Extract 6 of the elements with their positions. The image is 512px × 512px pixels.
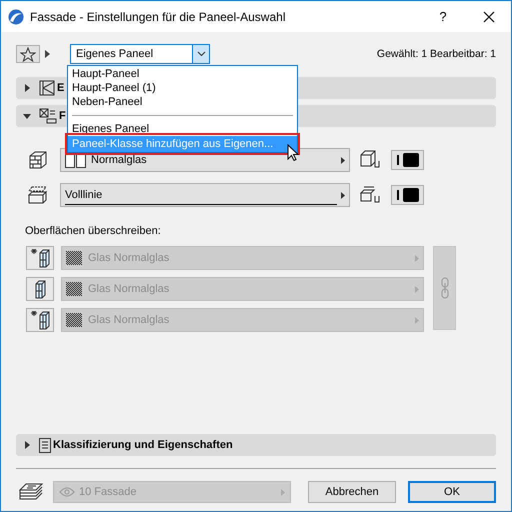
section-title: Klassifizierung und Eigenschaften xyxy=(53,439,233,451)
window-title: Fassade - Einstellungen für die Paneel-Auswahl xyxy=(30,10,286,24)
selection-status: Gewählt: 1 Bearbeitbar: 1 xyxy=(376,48,496,60)
surfaces-label: Oberflächen überschreiben: xyxy=(25,225,162,237)
section-title: F xyxy=(59,110,66,122)
section-title: E xyxy=(57,82,64,94)
